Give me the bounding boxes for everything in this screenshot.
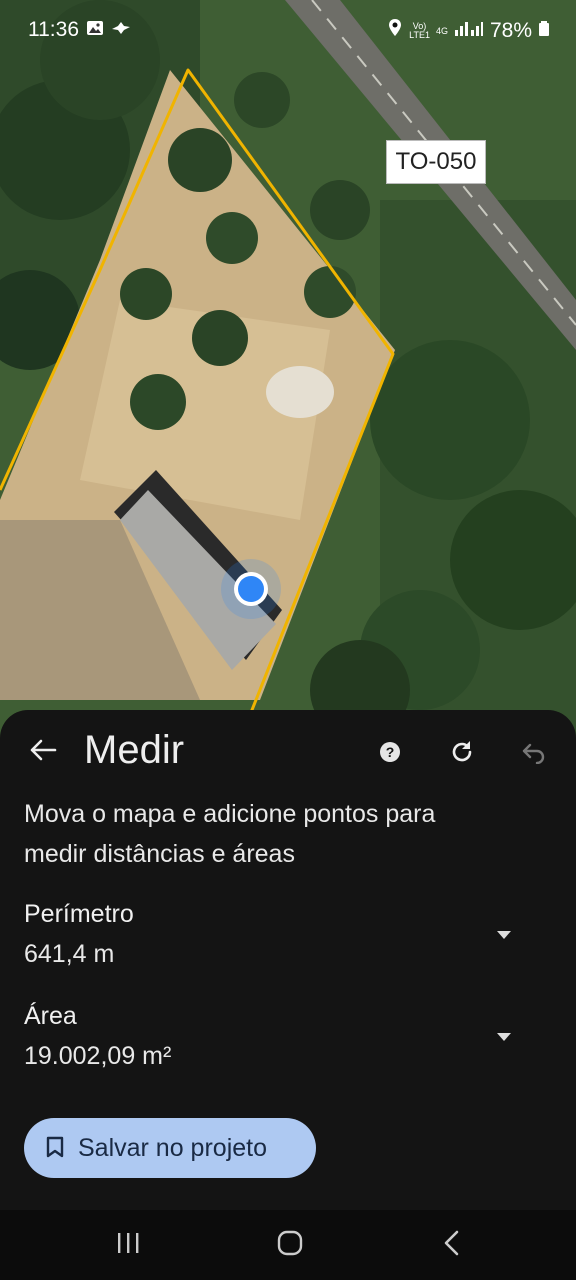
road-label: TO-050 [386,140,486,184]
nav-back-icon [442,1230,462,1261]
refresh-button[interactable] [442,734,482,774]
measure-sheet: Medir ? Mova o mapa e adicione pontos pa… [0,710,576,1210]
area-value: 19.002,09 m² [24,1042,172,1070]
battery-percent: 78% [489,19,532,42]
area-label: Área [24,1002,77,1030]
system-nav-bar [0,1210,576,1280]
picture-icon [86,19,104,43]
status-bar: 11:36 Vo) LTE1 4G 78% [0,0,576,60]
save-to-project-button[interactable]: Salvar no projeto [24,1118,316,1178]
network-bottom-label: LTE1 [409,30,430,40]
perimeter-label: Perímetro [24,900,134,928]
recents-button[interactable] [108,1230,148,1260]
bookmark-icon [46,1136,64,1160]
perimeter-dropdown[interactable] [490,922,518,950]
area-dropdown[interactable] [490,1024,518,1052]
network-type-label: 4G [435,25,448,36]
back-button[interactable] [26,732,60,772]
help-icon: ? [379,741,401,768]
dropdown-arrow-icon [496,1029,512,1047]
home-icon [277,1230,303,1261]
cloud-icon [110,19,132,43]
perimeter-value: 641,4 m [24,940,115,968]
recents-icon [115,1231,141,1260]
save-button-label: Salvar no projeto [78,1133,268,1162]
signal-icon [454,19,484,43]
help-button[interactable]: ? [370,734,410,774]
undo-button[interactable] [514,734,554,774]
map-imagery [0,0,576,760]
instruction-text: Mova o mapa e adicione pontos para medir… [24,800,436,868]
svg-text:?: ? [386,744,395,760]
satellite-map[interactable]: TO-050 [0,0,576,760]
refresh-icon [449,739,475,770]
dropdown-arrow-icon [496,927,512,945]
battery-icon [538,19,550,43]
location-icon [387,18,403,44]
status-time: 11:36 [28,18,79,41]
back-arrow-icon [29,738,57,767]
page-title: Medir [84,728,185,772]
undo-icon [521,740,547,769]
nav-back-button[interactable] [432,1230,472,1260]
home-button[interactable] [270,1230,310,1260]
